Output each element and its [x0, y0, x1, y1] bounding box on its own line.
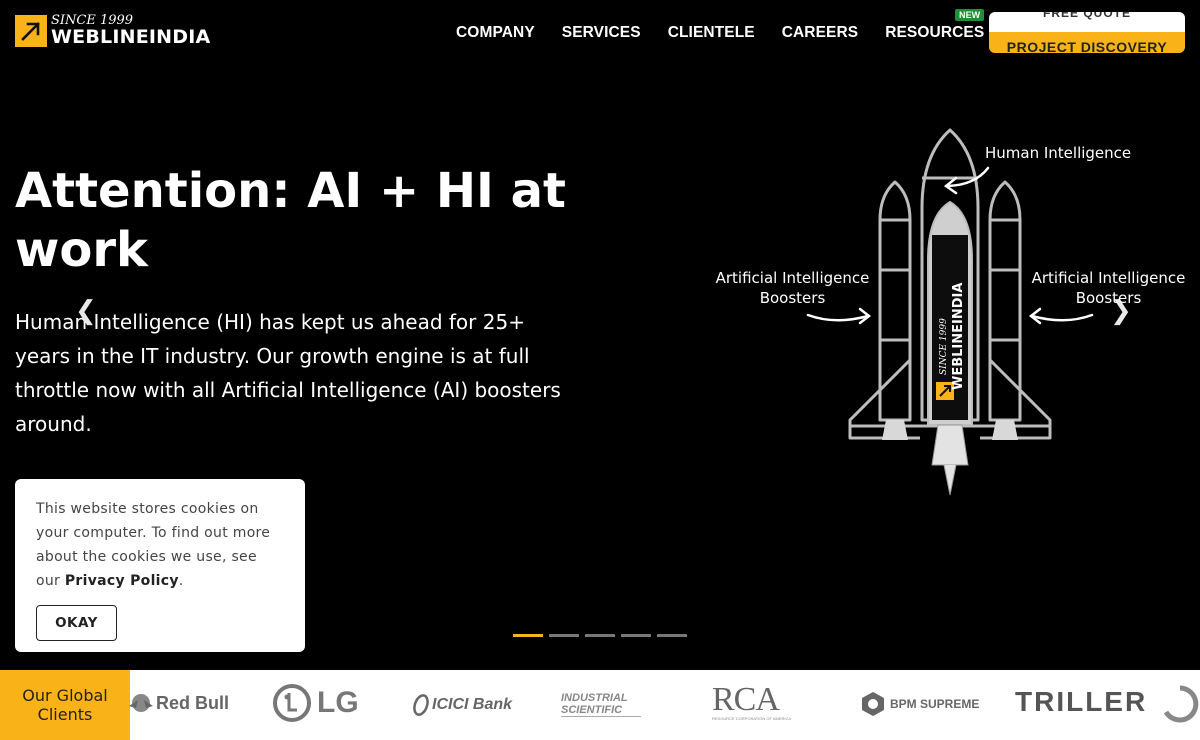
nav-item-careers[interactable]: CAREERS [782, 24, 859, 42]
cookie-notice: This website stores cookies on your comp… [15, 479, 305, 652]
redbull-bull-icon [129, 694, 153, 712]
carousel-prev-icon[interactable]: ❮ [75, 296, 97, 326]
client-logo-triller: TRILLER [1015, 686, 1147, 718]
client-logo-redbull: Red Bull [128, 692, 229, 714]
privacy-policy-link[interactable]: Privacy Policy [65, 573, 179, 589]
client-name-triller: TRILLER [1015, 686, 1148, 717]
client-name-rca: RCA [712, 681, 780, 718]
cookie-text: This website stores cookies on your comp… [36, 497, 285, 593]
cookie-okay-button[interactable]: OKAY [36, 605, 117, 641]
space-shuttle-illustration: WEBLINEINDIA SINCE 1999 [806, 128, 1094, 496]
client-name-icici: ICICI Bank [432, 696, 513, 713]
client-name-industrial-scientific: INDUSTRIAL SCIENTIFIC [561, 692, 641, 717]
brand-logo[interactable]: SINCE 1999 WEBLINEINDIA [15, 14, 210, 47]
nav-item-clientele[interactable]: CLIENTELE [668, 24, 755, 42]
nav-item-resources[interactable]: RESOURCES NEW [885, 9, 985, 42]
clients-bar: Our Global Clients Red Bull LG ICICI Ban… [0, 670, 1200, 740]
hero-description: Human Intelligence (HI) has kept us ahea… [15, 310, 561, 436]
carousel-indicator[interactable] [657, 634, 687, 637]
logo-name-text: WEBLINEINDIA [51, 26, 211, 48]
client-logo-icici: ICICI Bank [410, 694, 512, 716]
carousel-indicators [513, 634, 693, 637]
client-logo-lg: LG [273, 684, 359, 722]
cookie-text-end: . [178, 573, 184, 589]
free-quote-button[interactable]: FREE QUOTE [989, 12, 1185, 32]
client-name-redbull: Red Bull [156, 692, 230, 713]
lg-face-icon [273, 684, 311, 722]
new-badge: NEW [954, 9, 985, 21]
clients-label: Our Global Clients [0, 670, 130, 740]
client-name-lg: LG [317, 686, 359, 719]
hero-title: Attention: AI + HI at work [15, 163, 566, 278]
nav-item-resources-label: RESOURCES [885, 24, 985, 41]
label-ai-boosters-left: Artificial Intelligence Boosters [715, 269, 870, 307]
client-rca-subtitle: RESOURCE CORPORATION OF AMERICA [712, 716, 792, 721]
client-name-bpm: BPM SUPREME [890, 697, 980, 711]
project-discovery-button[interactable]: PROJECT DISCOVERY [989, 32, 1185, 53]
nav-item-services[interactable]: SERVICES [562, 24, 641, 42]
main-nav: COMPANY SERVICES CLIENTELE CAREERS RESOU… [456, 9, 1011, 42]
carousel-indicator[interactable] [549, 634, 579, 637]
shuttle-brand-name: WEBLINEINDIA [951, 283, 966, 390]
shuttle-brand-since: SINCE 1999 [939, 318, 949, 375]
carousel-indicator[interactable] [585, 634, 615, 637]
partial-client-icon [1163, 685, 1199, 723]
label-ai-boosters-right: Artificial Intelligence Boosters [1031, 269, 1186, 307]
label-human-intelligence: Human Intelligence [985, 144, 1132, 162]
client-logo-bpm: BPM SUPREME [860, 690, 979, 718]
client-logo-rca: RCA RESOURCE CORPORATION OF AMERICA [712, 681, 820, 722]
site-header: SINCE 1999 WEBLINEINDIA COMPANY SERVICES… [0, 0, 1200, 68]
carousel-indicator[interactable] [621, 634, 651, 637]
cta-buttons: FREE QUOTE PROJECT DISCOVERY [989, 12, 1185, 53]
logo-arrow-icon [15, 14, 47, 47]
icici-mark-icon [413, 694, 429, 716]
client-logo-industrial-scientific: INDUSTRIAL SCIENTIFIC [561, 692, 671, 717]
carousel-indicator[interactable] [513, 634, 543, 637]
bpm-hex-icon [862, 692, 884, 716]
nav-item-company[interactable]: COMPANY [456, 24, 535, 42]
client-logo-partial [1160, 684, 1200, 729]
